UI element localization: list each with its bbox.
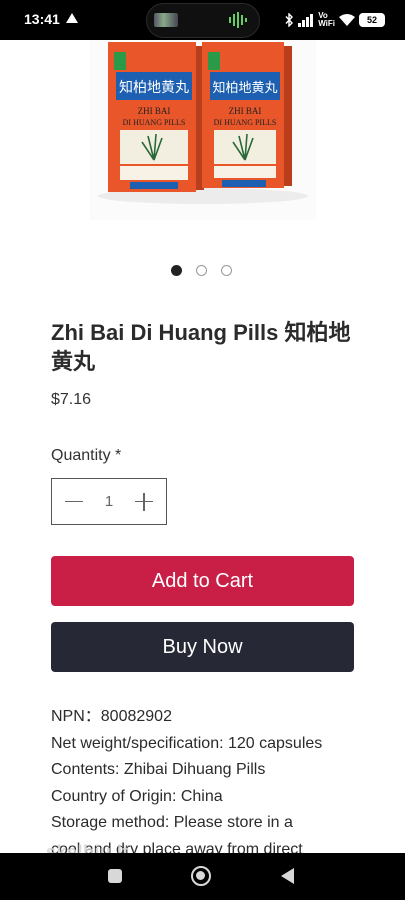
box-chinese-name: 知柏地黄丸 <box>119 79 189 96</box>
status-time: 13:41 <box>24 11 60 27</box>
quantity-label: Quantity * <box>51 447 122 464</box>
product-box-left: 知柏地黄丸 ZHI BAI DI HUANG PILLS <box>108 42 204 192</box>
vowifi-label: Vo WiFi <box>318 11 335 28</box>
description-line: Country of Origin: China <box>51 787 223 805</box>
product-description: NPN：80082902 Net weight/specification: 1… <box>51 704 371 863</box>
minus-icon[interactable] <box>64 492 84 512</box>
carousel-dot-2[interactable] <box>196 265 207 276</box>
navigation-bar <box>0 853 405 900</box>
bluetooth-icon <box>285 13 294 27</box>
nav-home-icon[interactable] <box>191 866 211 886</box>
description-line: NPN：80082902 <box>51 708 172 725</box>
quantity-input[interactable]: 1 <box>105 493 113 510</box>
signal-icon <box>298 13 314 27</box>
svg-text:ZHI BAI: ZHI BAI <box>138 106 171 116</box>
upload-arrow-icon <box>66 13 78 23</box>
product-price: $7.16 <box>51 391 92 408</box>
add-to-cart-button[interactable]: Add to Cart <box>51 556 354 606</box>
product-title: Zhi Bai Di Huang Pills 知柏地黄丸 <box>51 320 351 374</box>
svg-text:DI HUANG PILLS: DI HUANG PILLS <box>123 118 186 127</box>
svg-text:知柏地黄丸: 知柏地黄丸 <box>212 80 277 96</box>
nav-back-icon[interactable] <box>281 868 294 884</box>
carousel-dot-3[interactable] <box>221 265 232 276</box>
product-box-right: 知柏地黄丸 ZHI BAI DI HUANG PILLS <box>202 42 292 188</box>
status-icons: Vo WiFi 52 <box>284 9 385 31</box>
description-line: Contents: Zhibai Dihuang Pills <box>51 761 266 778</box>
media-thumbnail <box>154 13 178 27</box>
nav-recents-icon[interactable] <box>108 869 122 883</box>
svg-text:ZHI BAI: ZHI BAI <box>229 106 262 116</box>
carousel-dots <box>171 265 232 276</box>
plus-icon[interactable] <box>134 492 154 512</box>
buy-now-button[interactable]: Buy Now <box>51 622 354 672</box>
svg-text:DI HUANG PILLS: DI HUANG PILLS <box>214 118 277 127</box>
carousel-dot-1[interactable] <box>171 265 182 276</box>
description-line: Net weight/specification: 120 capsules <box>51 734 323 752</box>
product-image[interactable]: 知柏地黄丸 ZHI BAI DI HUANG PILLS 知柏地黄丸 ZHI B… <box>90 40 316 220</box>
audio-wave-icon <box>229 12 247 28</box>
quantity-stepper: 1 <box>51 478 167 525</box>
description-line: Storage method: Please store in a <box>51 814 293 831</box>
status-bar: 13:41 Vo WiFi 52 <box>0 0 405 40</box>
wifi-icon <box>339 13 355 26</box>
battery-icon: 52 <box>359 13 385 27</box>
